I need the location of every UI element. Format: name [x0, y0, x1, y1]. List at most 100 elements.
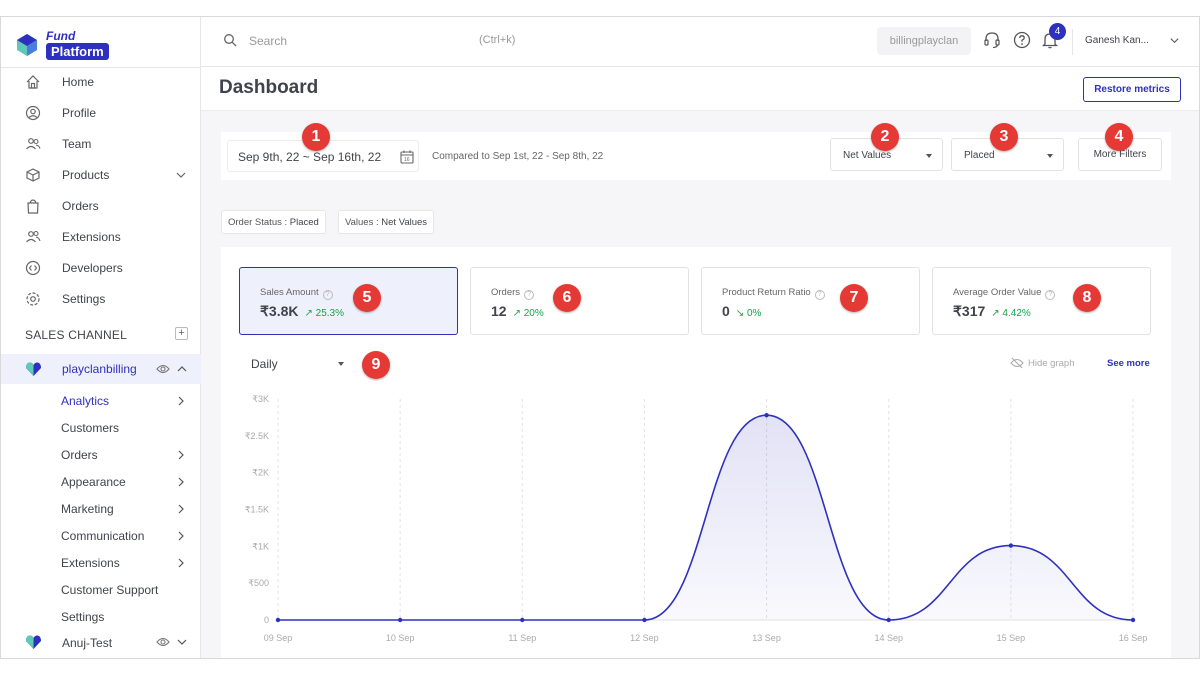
metric-change: ↗ 20%	[512, 308, 544, 319]
search-shortcut: (Ctrl+k)	[479, 34, 516, 46]
logo-text-platform: Platform	[46, 43, 109, 60]
nav-team[interactable]: Team	[1, 130, 201, 158]
caret-down-icon	[1047, 154, 1053, 158]
nav-home[interactable]: Home	[1, 68, 201, 96]
values-dropdown-value: Net Values	[843, 150, 892, 161]
data-point	[1130, 617, 1136, 623]
metric-value: 12	[491, 303, 507, 319]
eye-icon[interactable]	[156, 636, 170, 648]
logo-icon	[17, 34, 37, 56]
subnav-label: Appearance	[61, 475, 126, 489]
logo-text-fund: Fund	[46, 29, 76, 43]
subnav-customers[interactable]: Customers	[1, 416, 201, 440]
help-icon[interactable]	[1013, 31, 1031, 49]
metric-title: Orders	[491, 287, 521, 298]
nav-extensions[interactable]: Extensions	[1, 223, 201, 251]
metric-value: ₹3.8K	[260, 303, 299, 319]
y-tick-label: 0	[264, 615, 269, 625]
order-status-value: Placed	[964, 150, 995, 161]
app-window: Fund Platform Home Profile Team Products…	[0, 16, 1200, 659]
account-switcher[interactable]: billingplayclan	[877, 27, 971, 55]
callout-marker: 5	[353, 284, 381, 312]
code-icon	[25, 260, 41, 276]
subnav-appearance[interactable]: Appearance	[1, 470, 201, 494]
callout-marker: 4	[1105, 123, 1133, 151]
add-channel-icon[interactable]: +	[175, 327, 188, 340]
data-point	[642, 617, 647, 623]
x-tick-label: 09 Sep	[264, 633, 293, 643]
subnav-label: Communication	[61, 529, 145, 543]
sales-channel-heading: SALES CHANNEL	[25, 328, 127, 342]
y-tick-label: ₹1K	[252, 541, 269, 551]
y-tick-label: ₹500	[248, 578, 269, 588]
metric-card-sales-amount[interactable]: Sales Amount? ₹3.8K ↗ 25.3%	[239, 267, 458, 335]
y-tick-label: ₹1.5K	[245, 505, 269, 515]
filter-chip-values[interactable]: Values : Net Values	[338, 210, 435, 234]
period-dropdown[interactable]: Daily	[239, 349, 354, 377]
caret-down-icon	[926, 154, 932, 158]
chevron-up-icon[interactable]	[176, 363, 188, 375]
restore-metrics-button[interactable]: Restore metrics	[1083, 77, 1181, 102]
team-icon	[26, 138, 41, 150]
filter-chip-order-status[interactable]: Order Status : Placed	[221, 210, 326, 234]
y-tick-label: ₹3K	[252, 394, 269, 404]
subnav-orders[interactable]: Orders	[1, 443, 201, 467]
logo[interactable]: Fund Platform	[12, 25, 132, 63]
search-input[interactable]: Search (Ctrl+k)	[215, 27, 535, 55]
chevron-down-icon[interactable]	[175, 169, 187, 181]
sales-chart: 0 ₹500 ₹1K ₹1.5K ₹2K ₹2.5K ₹3K 09 Sep 10 Sep 11 S…	[245, 394, 1148, 643]
hide-graph-toggle[interactable]: Hide graph	[1010, 357, 1074, 369]
bag-icon	[27, 199, 39, 214]
nav-products[interactable]: Products	[1, 161, 201, 189]
support-icon[interactable]	[983, 31, 1001, 49]
metric-title: Average Order Value	[953, 287, 1042, 298]
see-more-link[interactable]: See more	[1107, 358, 1150, 369]
chevron-right-icon	[178, 396, 184, 406]
metric-card-return-ratio[interactable]: Product Return Ratio? 0 ↘ 0%	[701, 267, 920, 335]
metric-card-average-order-value[interactable]: Average Order Value? ₹317 ↗ 4.42%	[932, 267, 1151, 335]
chip-key: Order Status :	[228, 217, 290, 228]
callout-marker: 1	[302, 123, 330, 151]
nav-orders[interactable]: Orders	[1, 192, 201, 220]
channel-playclanbilling[interactable]: playclanbilling	[1, 354, 201, 384]
metric-title: Sales Amount	[260, 287, 319, 298]
subnav-marketing[interactable]: Marketing	[1, 497, 201, 521]
info-icon[interactable]: ?	[322, 290, 333, 300]
comparison-text: Compared to Sep 1st, 22 - Sep 8th, 22	[432, 151, 604, 162]
nav-label: Extensions	[62, 230, 121, 244]
y-tick-label: ₹2K	[252, 468, 269, 478]
channel-name: playclanbilling	[62, 362, 137, 376]
period-value: Daily	[251, 357, 278, 371]
callout-marker: 2	[871, 123, 899, 151]
channel-anuj-test[interactable]: Anuj-Test	[1, 628, 201, 656]
metric-change: ↗ 25.3%	[304, 308, 344, 319]
chevron-down-icon[interactable]	[176, 636, 188, 648]
x-tick-label: 13 Sep	[752, 633, 781, 643]
nav-settings[interactable]: Settings	[1, 285, 201, 313]
channel-name: Anuj-Test	[62, 636, 113, 650]
subnav-communication[interactable]: Communication	[1, 524, 201, 548]
search-icon	[224, 34, 237, 47]
chevron-down-icon[interactable]	[1169, 35, 1180, 46]
subnav-settings[interactable]: Settings	[1, 605, 201, 629]
nav-profile[interactable]: Profile	[1, 99, 201, 127]
subnav-customer-support[interactable]: Customer Support	[1, 578, 201, 602]
subnav-label: Customers	[61, 421, 120, 435]
nav-developers[interactable]: Developers	[1, 254, 201, 282]
subnav-extensions[interactable]: Extensions	[1, 551, 201, 575]
subnav-label: Customer Support	[61, 583, 159, 597]
info-icon[interactable]: ?	[524, 290, 535, 300]
gear-icon	[26, 292, 40, 306]
eye-icon[interactable]	[156, 363, 170, 375]
subnav-analytics[interactable]: Analytics	[1, 389, 201, 413]
nav-label: Products	[62, 168, 110, 182]
data-point	[1008, 543, 1014, 548]
user-menu[interactable]: Ganesh Kan...	[1085, 35, 1149, 46]
info-icon[interactable]: ?	[814, 290, 825, 300]
x-tick-label: 11 Sep	[508, 633, 536, 643]
notification-badge: 4	[1049, 23, 1066, 40]
nav-label: Settings	[62, 292, 106, 306]
subnav-label: Orders	[61, 448, 98, 462]
search-placeholder: Search	[249, 34, 288, 48]
info-icon[interactable]: ?	[1045, 290, 1056, 300]
